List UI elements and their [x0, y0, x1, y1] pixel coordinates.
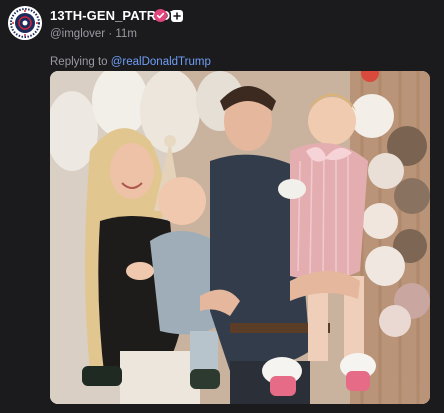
user-handle[interactable]: @imglover [50, 28, 105, 40]
plus-icon [171, 9, 183, 22]
post-photo[interactable] [50, 71, 430, 404]
reply-mention-link[interactable]: @realDonaldTrump [111, 56, 211, 68]
separator-dot: · [108, 28, 113, 40]
reply-prefix: Replying to [50, 56, 108, 68]
handle-line: @imglover · 11m [50, 28, 137, 40]
user-badges [154, 9, 183, 22]
post-card: 13TH-GEN_PATRIOT @imglover · 11m Replyin… [0, 0, 444, 413]
reply-context: Replying to @realDonaldTrump [50, 56, 211, 68]
post-time: 11m [115, 28, 137, 40]
verified-check-icon [154, 9, 167, 22]
avatar[interactable] [8, 6, 42, 40]
family-photo-image [50, 71, 430, 404]
avatar-emblem-icon [8, 6, 42, 40]
